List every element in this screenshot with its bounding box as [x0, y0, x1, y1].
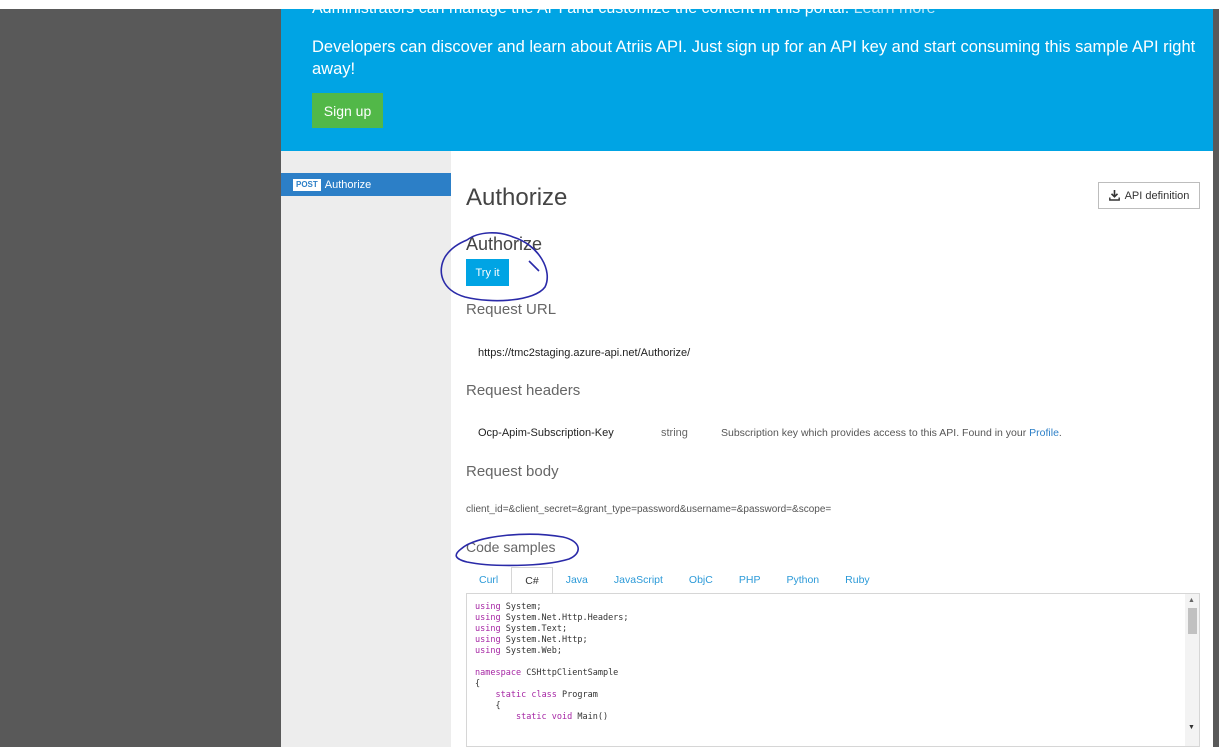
- tab-python[interactable]: Python: [773, 567, 832, 594]
- download-icon: [1108, 190, 1120, 201]
- top-edge: [0, 0, 1219, 9]
- api-definition-label: API definition: [1124, 189, 1190, 202]
- code-scrollbar[interactable]: ▲ ▼: [1185, 594, 1199, 746]
- header-description-text: Subscription key which provides access t…: [721, 427, 1027, 439]
- tab-curl[interactable]: Curl: [466, 567, 511, 594]
- developer-portal: Administrators can manage the API and cu…: [281, 9, 1213, 747]
- operation-details: Authorize API definition Authorize Try i…: [451, 151, 1213, 747]
- request-url: https://tmc2staging.azure-api.net/Author…: [478, 347, 691, 359]
- learn-more-link[interactable]: Learn more: [854, 9, 936, 17]
- code-sample: using System; using System.Net.Http.Head…: [475, 602, 629, 722]
- request-body-heading: Request body: [466, 463, 559, 480]
- header-description-period: .: [1058, 427, 1062, 439]
- sign-up-button[interactable]: Sign up: [312, 93, 383, 128]
- tab-csharp[interactable]: C#: [511, 567, 553, 594]
- header-type: string: [661, 427, 688, 439]
- admin-text-body: Administrators can manage the API and cu…: [312, 9, 849, 17]
- request-body: client_id=&client_secret=&grant_type=pas…: [466, 504, 832, 515]
- tab-objc[interactable]: ObjC: [676, 567, 726, 594]
- try-it-button[interactable]: Try it: [466, 259, 509, 286]
- request-headers-heading: Request headers: [466, 382, 581, 399]
- method-badge: POST: [293, 178, 321, 191]
- operations-sidebar: POST Authorize: [281, 151, 451, 747]
- tab-javascript[interactable]: JavaScript: [601, 567, 676, 594]
- tab-ruby[interactable]: Ruby: [832, 567, 883, 594]
- header-name: Ocp-Apim-Subscription-Key: [478, 427, 614, 439]
- request-url-heading: Request URL: [466, 301, 557, 318]
- scrollbar-thumb[interactable]: [1188, 608, 1197, 634]
- tab-java[interactable]: Java: [553, 567, 601, 594]
- code-language-tabs: Curl C# Java JavaScript ObjC PHP Python …: [466, 567, 883, 594]
- operation-title: Authorize: [466, 234, 543, 254]
- header-description: Subscription key which provides access t…: [721, 427, 1062, 439]
- scroll-down-icon[interactable]: ▼: [1188, 724, 1195, 731]
- profile-link[interactable]: Profile: [1029, 427, 1059, 439]
- sidebar-item-authorize[interactable]: POST Authorize: [281, 173, 451, 196]
- sidebar-item-label: Authorize: [324, 178, 372, 191]
- developer-text: Developers can discover and learn about …: [312, 38, 1196, 78]
- admin-text: Administrators can manage the API and cu…: [312, 9, 935, 18]
- api-definition-button[interactable]: API definition: [1098, 182, 1200, 209]
- code-samples-heading: Code samples: [466, 539, 556, 555]
- tab-php[interactable]: PHP: [726, 567, 774, 594]
- page-title: Authorize: [466, 184, 568, 211]
- code-sample-box[interactable]: using System; using System.Net.Http.Head…: [466, 593, 1200, 747]
- scroll-up-icon[interactable]: ▲: [1188, 597, 1195, 604]
- hero-banner: Administrators can manage the API and cu…: [281, 9, 1213, 151]
